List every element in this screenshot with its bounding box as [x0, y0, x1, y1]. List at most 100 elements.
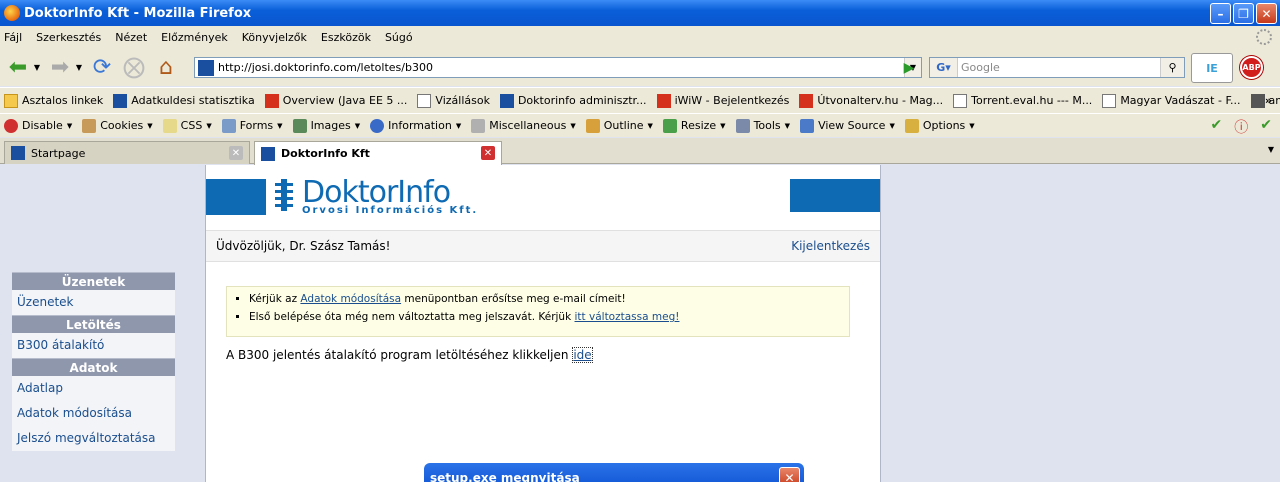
menu-view[interactable]: Nézet: [115, 31, 147, 44]
forward-button[interactable]: ➡: [46, 53, 74, 81]
close-tab-icon[interactable]: ✕: [481, 146, 495, 160]
dev-forms[interactable]: Forms ▼: [221, 118, 283, 133]
home-button[interactable]: ⌂: [152, 53, 180, 81]
bookmark-item[interactable]: Adatkuldesi statisztika: [113, 93, 255, 108]
menu-history[interactable]: Előzmények: [161, 31, 228, 44]
page-icon: [953, 93, 968, 108]
maximize-button[interactable]: ❐: [1233, 3, 1254, 24]
site-favicon-icon: [198, 59, 214, 76]
dev-information[interactable]: Information ▼: [370, 118, 461, 133]
disable-icon: [4, 118, 18, 133]
download-link[interactable]: ide: [572, 347, 593, 363]
search-icon[interactable]: ⚲: [1160, 58, 1184, 77]
iwiw-icon: [656, 93, 671, 108]
dev-outline[interactable]: Outline ▼: [585, 118, 653, 133]
valid-icon[interactable]: ✔: [1260, 117, 1272, 137]
sidebar-item-edit-data[interactable]: Adatok módosítása: [12, 401, 175, 426]
back-dropdown-icon[interactable]: ▼: [32, 53, 42, 81]
close-tab-icon[interactable]: ✕: [229, 146, 243, 160]
site-logo: DoktorInfo Orvosi Információs Kft.: [206, 175, 880, 216]
stop-button[interactable]: ⨂: [120, 53, 148, 81]
ie-tab-icon[interactable]: IE: [1191, 53, 1233, 83]
dev-css[interactable]: CSS ▼: [162, 118, 212, 133]
menu-help[interactable]: Súgó: [385, 31, 413, 44]
welcome-bar: Üdvözöljük, Dr. Szász Tamás! Kijelentkez…: [206, 230, 880, 262]
cookies-icon: [82, 118, 97, 133]
web-developer-toolbar: Disable ▼ Cookies ▼ CSS ▼ Forms ▼ Images ▼ In…: [0, 113, 1280, 137]
menu-edit[interactable]: Szerkesztés: [36, 31, 101, 44]
check-icon[interactable]: ✔: [1211, 117, 1223, 137]
adblock-icon[interactable]: ABP: [1240, 56, 1263, 79]
doktorinfo-icon: [11, 146, 25, 160]
bookmark-item[interactable]: Magyar Vadászat - F...: [1102, 93, 1241, 108]
menu-file[interactable]: Fájl: [4, 31, 22, 44]
view-source-icon: [800, 118, 815, 133]
tab-list-icon[interactable]: ▼: [1268, 145, 1274, 154]
doktorinfo-icon: [499, 93, 514, 108]
dev-miscellaneous[interactable]: Miscellaneous ▼: [471, 118, 576, 133]
dev-resize[interactable]: Resize ▼: [662, 118, 726, 133]
welcome-text: Üdvözöljük, Dr. Szász Tamás!: [216, 239, 391, 253]
dev-options[interactable]: Options ▼: [904, 118, 975, 133]
logo-band: [790, 179, 880, 212]
reload-button[interactable]: ⟳: [88, 53, 116, 81]
search-bar[interactable]: G▾ Google ⚲: [929, 57, 1185, 78]
download-dialog[interactable]: setup.exe megnyitása ✕: [424, 463, 804, 482]
doktorinfo-icon: [261, 146, 275, 161]
go-button[interactable]: ▶: [898, 58, 920, 77]
more-bookmarks-icon[interactable]: »: [1265, 94, 1272, 107]
bookmark-item[interactable]: Vizállások: [417, 93, 490, 108]
sidebar-item-change-password[interactable]: Jelszó megváltoztatása: [12, 426, 175, 451]
dev-disable[interactable]: Disable ▼: [4, 118, 72, 133]
dev-tools[interactable]: Tools ▼: [735, 118, 790, 133]
validator-status: ✔ ⓘ ✔: [1211, 117, 1272, 137]
error-icon[interactable]: ⓘ: [1234, 117, 1248, 137]
url-bar[interactable]: http://josi.doktorinfo.com/letoltes/b300…: [194, 57, 922, 78]
images-icon: [292, 118, 307, 133]
notice-box: Kérjük az Adatok módosítása menüpontban …: [226, 286, 850, 337]
notice-item: Első belépése óta még nem változtatta me…: [249, 311, 849, 323]
bookmark-item[interactable]: Doktorinfo adminisztr...: [499, 93, 647, 108]
forward-dropdown-icon[interactable]: ▼: [74, 53, 84, 81]
tools-icon: [735, 118, 750, 133]
bookmark-item[interactable]: Torrent.eval.hu --- M...: [953, 93, 1092, 108]
main-page: DoktorInfo Orvosi Információs Kft. Üdvöz…: [205, 165, 881, 482]
sidebar-item-b300[interactable]: B300 átalakító: [12, 333, 175, 358]
dev-cookies[interactable]: Cookies ▼: [82, 118, 153, 133]
dev-images[interactable]: Images ▼: [292, 118, 360, 133]
options-icon: [904, 118, 919, 133]
information-icon: [370, 118, 385, 133]
menu-tools[interactable]: Eszközök: [321, 31, 371, 44]
route-icon: [799, 93, 814, 108]
bookmark-item[interactable]: Asztalos linkek: [4, 93, 103, 108]
url-input[interactable]: http://josi.doktorinfo.com/letoltes/b300: [218, 61, 904, 74]
sidebar-item-datasheet[interactable]: Adatlap: [12, 376, 175, 401]
close-dialog-button[interactable]: ✕: [779, 467, 800, 482]
java-icon: [264, 93, 279, 108]
bookmark-item[interactable]: Overview (Java EE 5 ...: [264, 93, 407, 108]
bookmark-item[interactable]: iWiW - Bejelentkezés: [656, 93, 789, 108]
page-icon: [417, 93, 432, 108]
search-input[interactable]: Google: [958, 61, 1160, 74]
bookmark-item[interactable]: Útvonalterv.hu - Mag...: [799, 93, 943, 108]
close-window-button[interactable]: ✕: [1256, 3, 1277, 24]
outline-icon: [585, 118, 600, 133]
minimize-button[interactable]: –: [1210, 3, 1231, 24]
google-engine-icon[interactable]: G▾: [930, 58, 958, 77]
sidebar-section-title: Üzenetek: [12, 272, 175, 290]
edit-data-link[interactable]: Adatok módosítása: [300, 293, 401, 305]
sidebar-item-messages[interactable]: Üzenetek: [12, 290, 175, 315]
back-button[interactable]: ⬅: [4, 53, 32, 81]
miscellaneous-icon: [471, 118, 486, 133]
change-password-link[interactable]: itt változtassa meg!: [575, 311, 680, 323]
tab-doktorinfo[interactable]: DoktorInfo Kft ✕: [254, 141, 502, 165]
menu-bookmarks[interactable]: Könyvjelzők: [242, 31, 307, 44]
tab-bar: Startpage ✕ DoktorInfo Kft ✕: [0, 138, 1280, 165]
sidebar-section-title: Letöltés: [12, 315, 175, 333]
page-icon: [1102, 93, 1117, 108]
tab-startpage[interactable]: Startpage ✕: [4, 141, 250, 164]
dev-view-source[interactable]: View Source ▼: [800, 118, 895, 133]
sidebar-section-title: Adatok: [12, 358, 175, 376]
logout-link[interactable]: Kijelentkezés: [791, 239, 870, 253]
bookmarks-toolbar: Asztalos linkek Adatkuldesi statisztika …: [0, 87, 1280, 113]
